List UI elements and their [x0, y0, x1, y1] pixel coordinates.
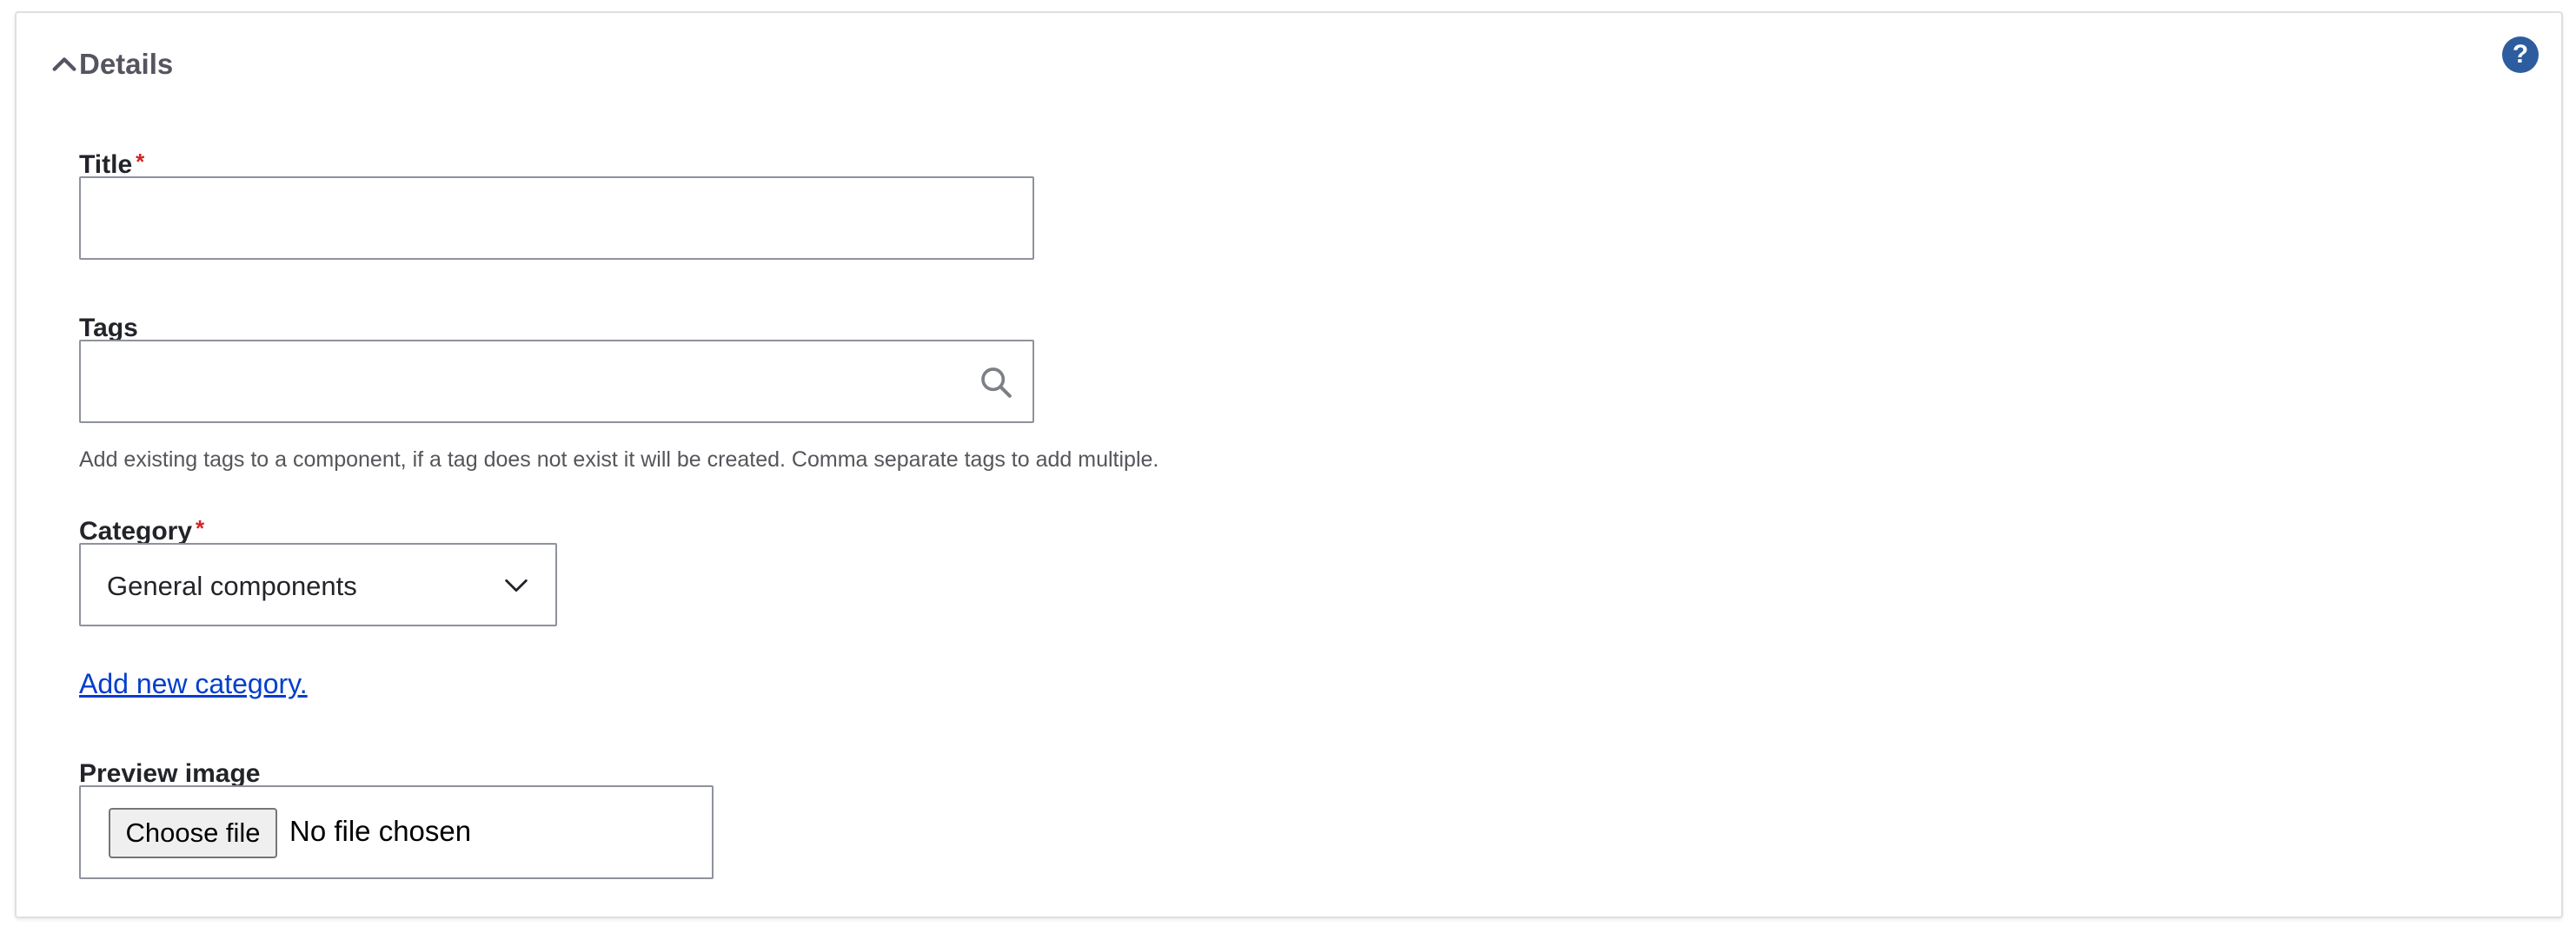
details-panel: Details ? Title * Tags Add existing tags … [15, 11, 2563, 918]
chevron-down-icon [505, 579, 528, 592]
category-selected-value: General components [107, 571, 357, 601]
category-select[interactable]: General components [79, 543, 557, 626]
details-title[interactable]: Details [79, 48, 173, 81]
required-marker: * [196, 515, 205, 541]
search-icon [981, 367, 1012, 398]
details-summary[interactable]: Details ? [17, 13, 2561, 98]
preview-image-label: Preview image [79, 759, 261, 788]
choose-file-button[interactable]: Choose file [109, 808, 277, 858]
tags-label: Tags [79, 314, 138, 342]
chevron-up-icon[interactable] [50, 50, 79, 79]
preview-image-file-field: Choose file No file chosen [79, 785, 714, 879]
help-icon[interactable]: ? [2502, 36, 2539, 73]
title-label: Title * [79, 149, 145, 179]
tags-description: Add existing tags to a component, if a t… [79, 447, 1159, 472]
add-new-category-link[interactable]: Add new category. [79, 668, 308, 700]
title-input[interactable] [79, 176, 1034, 260]
required-marker: * [136, 149, 145, 175]
tags-input[interactable] [79, 340, 1034, 423]
file-status-text: No file chosen [289, 815, 472, 847]
category-label: Category * [79, 515, 205, 546]
